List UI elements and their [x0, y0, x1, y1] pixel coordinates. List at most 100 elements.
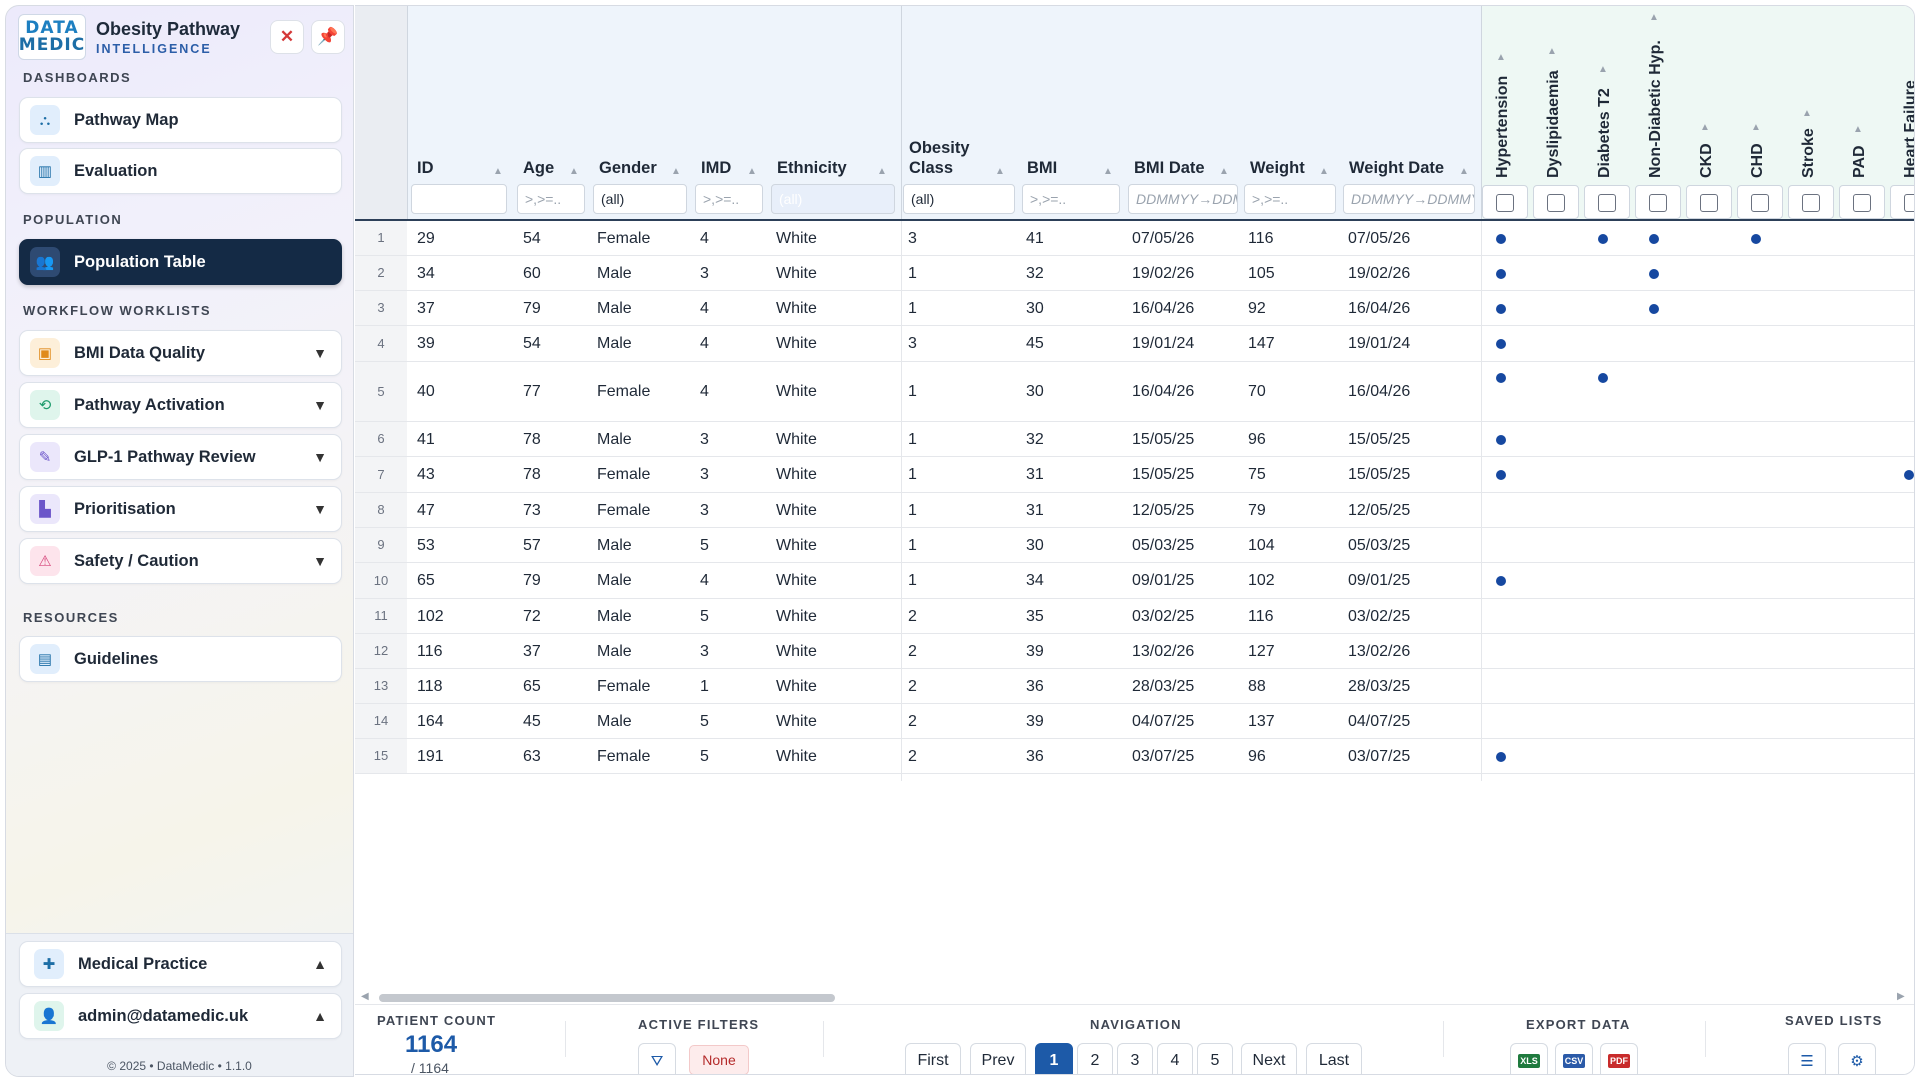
- table-row[interactable]: 12 116 37 Male 3 White 2 39 13/02/26 127 13/02/26: [355, 634, 1914, 669]
- table-row[interactable]: 6 41 78 Male 3 White 1 32 15/05/25 96 15/05/25: [355, 422, 1914, 457]
- table-row[interactable]: 9 53 57 Male 5 White 1 30 05/03/25 104 05/03/25: [355, 528, 1914, 563]
- sort-icon[interactable]: ▲: [1802, 108, 1812, 119]
- export-excel-button[interactable]: XLS: [1510, 1043, 1548, 1074]
- filter-imd-input[interactable]: >,>=..: [695, 184, 763, 214]
- practice-selector[interactable]: ✚ Medical Practice ▲: [19, 941, 342, 987]
- sort-icon[interactable]: ▲: [569, 166, 579, 177]
- col-header-ethnicity[interactable]: Ethnicity: [777, 158, 847, 178]
- col-header-ckd[interactable]: CKD: [1698, 143, 1716, 178]
- next-page-button[interactable]: Next: [1241, 1043, 1297, 1074]
- filter-pad-checkbox[interactable]: [1853, 194, 1871, 212]
- col-header-weight-date[interactable]: Weight Date: [1349, 158, 1444, 178]
- filter-ckd-checkbox[interactable]: [1700, 194, 1718, 212]
- sidebar-item-prioritisation[interactable]: ▙ Prioritisation ▼: [19, 486, 342, 532]
- sort-icon[interactable]: ▲: [747, 166, 757, 177]
- filter-bmi-date-input[interactable]: DDMMYY→DDMMYY: [1128, 184, 1238, 214]
- sort-icon[interactable]: ▲: [995, 166, 1005, 177]
- page-3-button[interactable]: 3: [1117, 1043, 1153, 1074]
- page-4-button[interactable]: 4: [1157, 1043, 1193, 1074]
- sort-icon[interactable]: ▲: [1459, 166, 1469, 177]
- col-header-id[interactable]: ID: [417, 158, 434, 178]
- filter-ethnicity-select[interactable]: (all): [771, 184, 895, 214]
- export-csv-button[interactable]: CSV: [1555, 1043, 1593, 1074]
- sidebar-item-glp1-review[interactable]: ✎ GLP-1 Pathway Review ▼: [19, 434, 342, 480]
- filter-weight-date-input[interactable]: DDMMYY→DDMMYY: [1343, 184, 1475, 214]
- col-header-bmi-date[interactable]: BMI Date: [1134, 158, 1205, 178]
- table-row[interactable]: 11 102 72 Male 5 White 2 35 03/02/25 116 03/02/25: [355, 599, 1914, 634]
- table-row[interactable]: 2 34 60 Male 3 White 1 32 19/02/26 105 19/02/26: [355, 256, 1914, 291]
- sidebar-item-population-table[interactable]: 👥 Population Table: [19, 239, 342, 285]
- sort-icon[interactable]: ▲: [493, 166, 503, 177]
- filter-non-diabetic-hyp-checkbox[interactable]: [1649, 194, 1667, 212]
- sort-icon[interactable]: ▲: [1853, 124, 1863, 135]
- sidebar-item-bmi-data-quality[interactable]: ▣ BMI Data Quality ▼: [19, 330, 342, 376]
- filter-heart-failure-checkbox[interactable]: [1904, 194, 1914, 212]
- sort-icon[interactable]: ▲: [1219, 166, 1229, 177]
- table-row[interactable]: 15 191 63 Female 5 White 2 36 03/07/25 96 03/07/25: [355, 739, 1914, 774]
- horizontal-scrollbar[interactable]: ◀ ▶: [355, 990, 1914, 1004]
- col-header-hypertension[interactable]: Hypertension: [1494, 76, 1512, 178]
- filter-weight-input[interactable]: >,>=..: [1244, 184, 1336, 214]
- col-header-obesity-class[interactable]: Obesity Class: [909, 138, 970, 178]
- sidebar-item-evaluation[interactable]: ▥ Evaluation: [19, 148, 342, 194]
- sidebar-item-pathway-map[interactable]: ⛬ Pathway Map: [19, 97, 342, 143]
- clear-filters-button[interactable]: ⛛: [638, 1043, 676, 1074]
- col-header-chd[interactable]: CHD: [1749, 143, 1767, 178]
- filter-hypertension-checkbox[interactable]: [1496, 194, 1514, 212]
- settings-button[interactable]: ⚙: [1838, 1043, 1876, 1074]
- filter-chd-checkbox[interactable]: [1751, 194, 1769, 212]
- table-row[interactable]: 14 164 45 Male 5 White 2 39 04/07/25 137 04/07/25: [355, 704, 1914, 739]
- last-page-button[interactable]: Last: [1306, 1043, 1362, 1074]
- table-row[interactable]: 4 39 54 Male 4 White 3 45 19/01/24 147 19/01/24: [355, 326, 1914, 362]
- filter-bmi-input[interactable]: >,>=..: [1022, 184, 1120, 214]
- col-header-gender[interactable]: Gender: [599, 158, 657, 178]
- filter-obesity-class-select[interactable]: (all): [903, 184, 1015, 214]
- col-header-pad[interactable]: PAD: [1851, 145, 1869, 178]
- filter-gender-select[interactable]: (all): [593, 184, 687, 214]
- col-header-non-diabetic-hyp[interactable]: Non-Diabetic Hyp.: [1647, 40, 1665, 178]
- scrollbar-thumb[interactable]: [379, 994, 835, 1002]
- sidebar-item-safety-caution[interactable]: ⚠ Safety / Caution ▼: [19, 538, 342, 584]
- sidebar-item-pathway-activation[interactable]: ⟲ Pathway Activation ▼: [19, 382, 342, 428]
- table-row[interactable]: 13 118 65 Female 1 White 2 36 28/03/25 88 28/03/25: [355, 669, 1914, 704]
- scroll-right-icon[interactable]: ▶: [1897, 991, 1905, 1002]
- table-row[interactable]: 5 40 77 Female 4 White 1 30 16/04/26 70 16/04/26: [355, 362, 1914, 422]
- sort-icon[interactable]: ▲: [1547, 46, 1557, 57]
- sort-icon[interactable]: ▲: [1103, 166, 1113, 177]
- saved-lists-button[interactable]: ☰: [1788, 1043, 1826, 1074]
- filter-stroke-checkbox[interactable]: [1802, 194, 1820, 212]
- prev-page-button[interactable]: Prev: [970, 1043, 1026, 1074]
- col-header-heart-failure[interactable]: Heart Failure: [1902, 80, 1914, 178]
- sort-icon[interactable]: ▲: [1649, 12, 1659, 23]
- sort-icon[interactable]: ▲: [1319, 166, 1329, 177]
- col-header-dyslipidaemia[interactable]: Dyslipidaemia: [1545, 70, 1563, 178]
- sort-icon[interactable]: ▲: [671, 166, 681, 177]
- col-header-weight[interactable]: Weight: [1250, 158, 1305, 178]
- sort-icon[interactable]: ▲: [1496, 52, 1506, 63]
- col-header-age[interactable]: Age: [523, 158, 554, 178]
- sidebar-item-guidelines[interactable]: ▤ Guidelines: [19, 636, 342, 682]
- filter-id-input[interactable]: [411, 184, 507, 214]
- sort-icon[interactable]: ▲: [877, 166, 887, 177]
- page-1-button[interactable]: 1: [1035, 1043, 1073, 1074]
- filter-dyslipidaemia-checkbox[interactable]: [1547, 194, 1565, 212]
- table-row[interactable]: 8 47 73 Female 3 White 1 31 12/05/25 79 12/05/25: [355, 493, 1914, 528]
- filter-diabetes-t2-checkbox[interactable]: [1598, 194, 1616, 212]
- table-row[interactable]: 7 43 78 Female 3 White 1 31 15/05/25 75 15/05/25: [355, 457, 1914, 493]
- col-header-imd[interactable]: IMD: [701, 158, 731, 178]
- sort-icon[interactable]: ▲: [1598, 64, 1608, 75]
- user-menu[interactable]: 👤 admin@datamedic.uk ▲: [19, 993, 342, 1039]
- filter-age-input[interactable]: >,>=..: [517, 184, 585, 214]
- pin-sidebar-button[interactable]: 📌: [311, 20, 345, 54]
- sort-icon[interactable]: ▲: [1700, 122, 1710, 133]
- sort-icon[interactable]: ▲: [1751, 122, 1761, 133]
- col-header-bmi[interactable]: BMI: [1027, 158, 1057, 178]
- page-5-button[interactable]: 5: [1197, 1043, 1233, 1074]
- first-page-button[interactable]: First: [905, 1043, 961, 1074]
- scroll-left-icon[interactable]: ◀: [361, 991, 369, 1002]
- close-sidebar-button[interactable]: ✕: [270, 20, 304, 54]
- table-row[interactable]: 1 29 54 Female 4 White 3 41 07/05/26 116 07/05/26: [355, 221, 1914, 256]
- col-header-diabetes-t2[interactable]: Diabetes T2: [1596, 88, 1614, 178]
- page-2-button[interactable]: 2: [1077, 1043, 1113, 1074]
- export-pdf-button[interactable]: PDF: [1600, 1043, 1638, 1074]
